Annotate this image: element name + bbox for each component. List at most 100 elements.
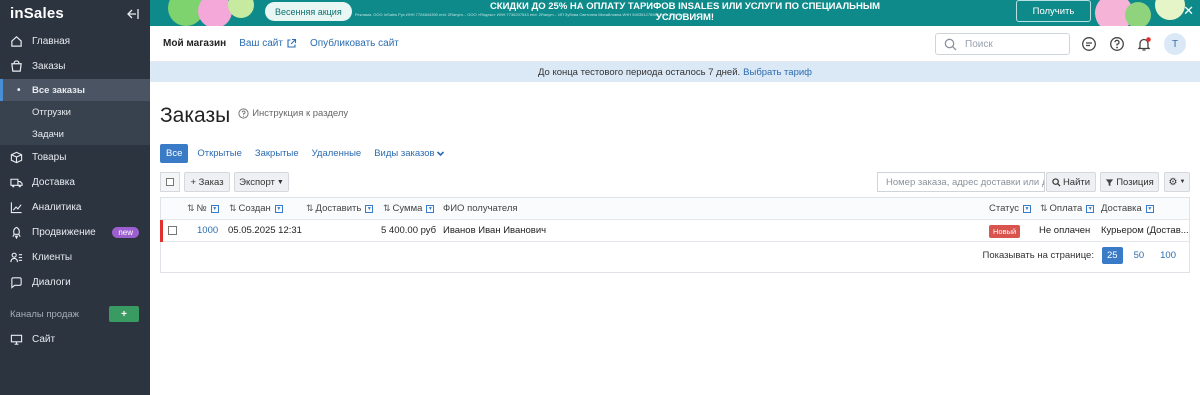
collapse-sidebar-icon[interactable] <box>126 8 140 20</box>
sidebar-item-label: Главная <box>32 36 71 47</box>
column-label: № <box>196 203 207 214</box>
bell-icon[interactable] <box>1136 36 1152 52</box>
add-order-button[interactable]: + Заказ <box>184 172 230 192</box>
filter-toggle-icon[interactable]: ▼ <box>1086 204 1095 213</box>
row-checkbox[interactable] <box>168 226 177 235</box>
sidebar-item-clients[interactable]: Клиенты <box>0 245 150 270</box>
sidebar-header: inSales <box>0 0 150 27</box>
sidebar-item-analytics[interactable]: Аналитика <box>0 195 150 220</box>
sidebar-item-products[interactable]: Товары <box>0 145 150 170</box>
page-size-100[interactable]: 100 <box>1155 247 1181 264</box>
column-label: Статус <box>989 203 1020 214</box>
close-banner-icon[interactable]: ✕ <box>1183 4 1194 17</box>
sort-icon: ⇅ <box>383 203 390 213</box>
select-all-checkbox[interactable] <box>160 172 180 192</box>
filter-toggle-icon[interactable]: ▼ <box>1023 204 1032 213</box>
caret-down-icon: ▼ <box>1179 179 1186 185</box>
sidebar-item-orders[interactable]: Заказы <box>0 54 150 79</box>
sidebar-subitem-tasks[interactable]: Задачи <box>0 123 150 145</box>
sidebar-subitem-all-orders[interactable]: Все заказы <box>0 79 150 101</box>
order-views-label: Виды заказов <box>374 147 435 159</box>
sidebar-item-promotion[interactable]: Продвижение new <box>0 220 150 245</box>
order-number-link[interactable]: 1000 <box>197 225 218 236</box>
flower-decoration <box>1155 0 1185 20</box>
column-sum[interactable]: ⇅ Сумма ▼ <box>383 203 435 214</box>
trial-text: До конца тестового периода осталось 7 дн… <box>537 66 741 78</box>
sidebar-item-label: Клиенты <box>32 252 73 263</box>
your-site-link[interactable]: Ваш сайт <box>239 38 297 49</box>
promo-banner[interactable]: Весенняя акция СКИДКИ ДО 25% НА ОПЛАТУ Т… <box>150 0 1200 26</box>
sidebar-item-dialogs[interactable]: Диалоги <box>0 270 150 295</box>
order-tabs: Все Открытые Закрытые Удаленные Виды зак… <box>160 143 458 163</box>
page-size-25[interactable]: 25 <box>1101 247 1123 264</box>
sidebar-item-home[interactable]: Главная <box>0 29 150 54</box>
sort-icon: ⇅ <box>1040 203 1047 213</box>
bag-icon <box>11 60 22 72</box>
get-offer-button[interactable]: Получить <box>1016 0 1091 22</box>
filter-icon <box>1106 178 1114 186</box>
publish-site-link[interactable]: Опубликовать сайт <box>310 38 399 49</box>
sidebar-item-site[interactable]: Сайт <box>0 327 150 352</box>
filter-toggle-icon[interactable]: ▼ <box>210 204 219 213</box>
choose-plan-link[interactable]: Выбрать тариф <box>743 67 812 78</box>
page-size-50[interactable]: 50 <box>1129 247 1150 264</box>
flower-decoration <box>1125 2 1151 26</box>
orders-table: ⇅ № ▼ ⇅ Создан ▼ ⇅ Доставить ▼ ⇅ Сумма ▼ ФИО пол… <box>160 197 1190 273</box>
tab-open[interactable]: Открытые <box>197 148 241 159</box>
column-created[interactable]: ⇅ Создан ▼ <box>229 203 283 214</box>
page-title: Заказы <box>160 104 231 127</box>
position-button[interactable]: Позиция <box>1100 172 1159 192</box>
sidebar-subitem-shipments[interactable]: Отгрузки <box>0 101 150 123</box>
my-store-link[interactable]: Мой магазин <box>163 38 226 49</box>
sales-channels-header: Каналы продаж + <box>0 301 150 327</box>
settings-button[interactable]: ⚙ ▼ <box>1164 172 1190 192</box>
tab-deleted[interactable]: Удаленные <box>312 148 362 159</box>
header-search-input[interactable]: Поиск <box>935 33 1070 55</box>
column-delivery[interactable]: Доставка ▼ <box>1101 203 1154 214</box>
column-number[interactable]: ⇅ № ▼ <box>187 203 219 214</box>
export-button[interactable]: Экспорт ▼ <box>234 172 289 192</box>
avatar[interactable]: T <box>1164 33 1186 55</box>
page-size-selector: Показывать на странице: 25 50 100 <box>983 247 1181 264</box>
table-header-row: ⇅ № ▼ ⇅ Создан ▼ ⇅ Доставить ▼ ⇅ Сумма ▼ ФИО пол… <box>161 198 1189 220</box>
order-created: 05.05.2025 12:31 <box>228 225 302 236</box>
sidebar-item-delivery[interactable]: Доставка <box>0 170 150 195</box>
order-delivery: Курьером (Достав... <box>1101 225 1189 236</box>
order-search-input[interactable]: Номер заказа, адрес доставки или да <box>877 172 1045 192</box>
help-icon[interactable] <box>1109 36 1125 52</box>
tab-all[interactable]: Все <box>160 143 189 163</box>
order-payment: Не оплачен <box>1039 225 1091 236</box>
section-help-link[interactable]: Инструкция к разделу <box>238 108 348 119</box>
filter-toggle-icon[interactable]: ▼ <box>274 204 283 213</box>
filter-toggle-icon[interactable]: ▼ <box>365 204 374 213</box>
export-label: Экспорт <box>239 176 275 188</box>
add-channel-button[interactable]: + <box>109 306 139 322</box>
caret-down-icon: ▼ <box>276 178 284 186</box>
sort-icon: ⇅ <box>187 203 194 213</box>
users-icon <box>10 252 23 263</box>
order-recipient: Иванов Иван Иванович <box>443 225 547 236</box>
column-status[interactable]: Статус ▼ <box>989 203 1032 214</box>
table-row[interactable]: 1000 05.05.2025 12:31 5 400.00 руб Ивано… <box>160 220 1189 242</box>
filter-toggle-icon[interactable]: ▼ <box>426 204 435 213</box>
gear-icon: ⚙ <box>1168 176 1178 188</box>
chat-icon <box>11 277 22 289</box>
help-label: Инструкция к разделу <box>252 108 349 119</box>
your-site-label: Ваш сайт <box>239 38 283 49</box>
tab-closed[interactable]: Закрытые <box>255 148 299 159</box>
column-label: Создан <box>238 203 271 214</box>
box-icon <box>10 151 23 164</box>
sort-icon: ⇅ <box>306 203 313 213</box>
find-button[interactable]: Найти <box>1046 172 1096 192</box>
filter-toggle-icon[interactable]: ▼ <box>1145 204 1154 213</box>
sidebar-item-label: Диалоги <box>32 277 71 288</box>
tab-order-views[interactable]: Виды заказов <box>374 148 444 159</box>
page-title-row: Заказы Инструкция к разделу <box>160 104 348 128</box>
chat-bubble-icon[interactable] <box>1081 36 1097 52</box>
sidebar-item-label: Заказы <box>32 61 66 72</box>
column-payment[interactable]: ⇅ Оплата ▼ <box>1040 203 1095 214</box>
column-label: Доставка <box>1101 203 1142 214</box>
top-header: Мой магазин Ваш сайт Опубликовать сайт П… <box>150 26 1200 62</box>
logo[interactable]: inSales <box>10 5 64 22</box>
column-deliver[interactable]: ⇅ Доставить ▼ <box>306 203 374 214</box>
